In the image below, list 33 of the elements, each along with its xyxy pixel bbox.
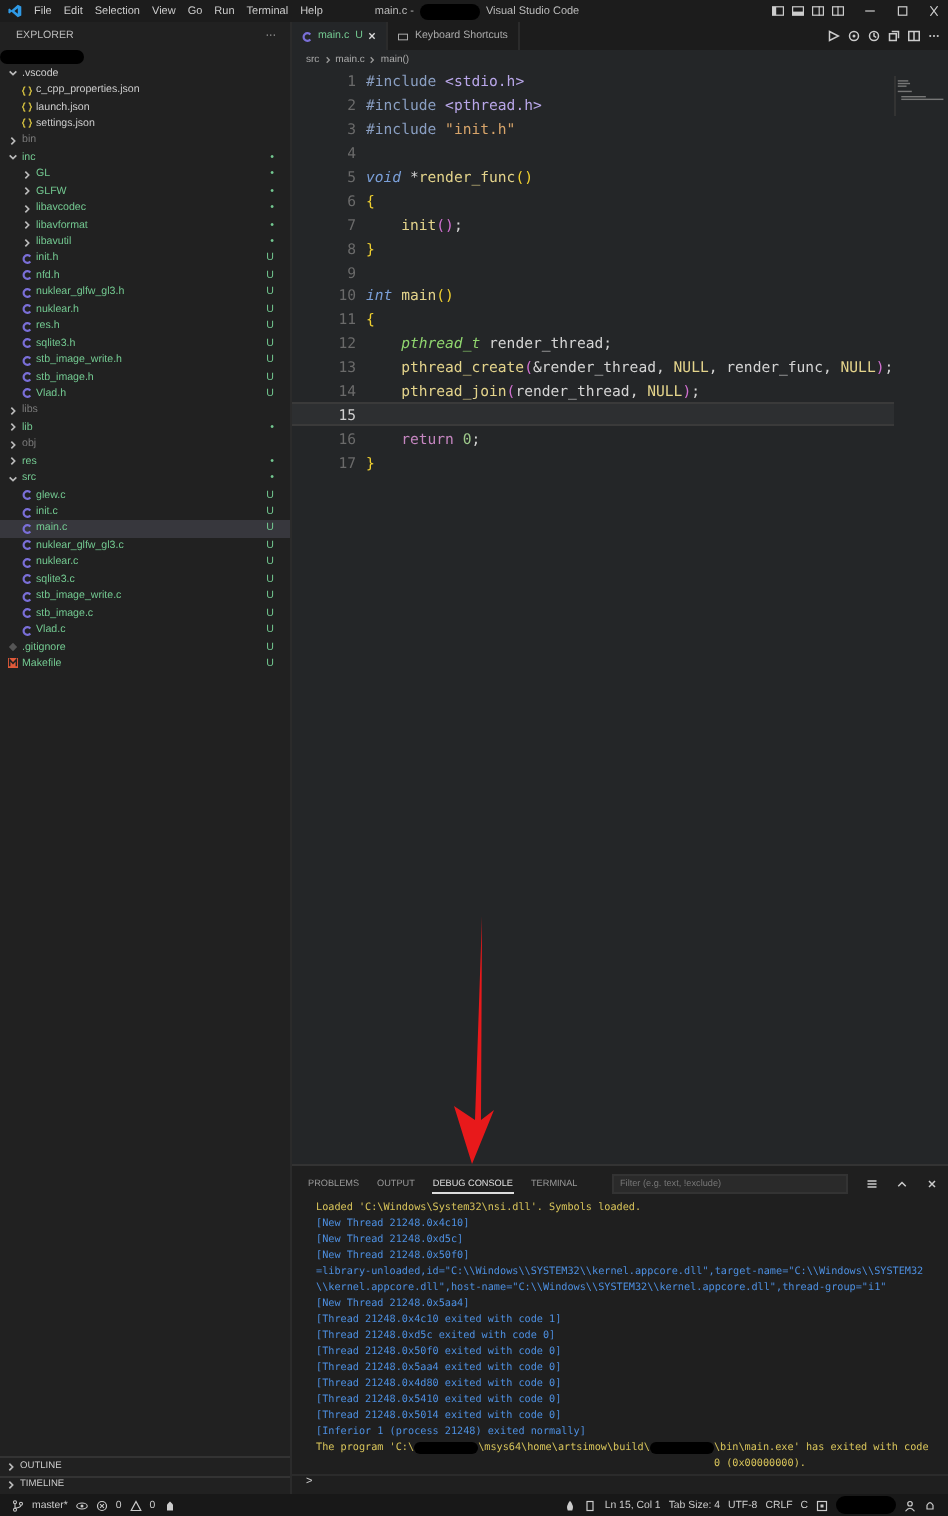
layout-icon[interactable] [832, 6, 844, 16]
layout-icon[interactable] [772, 6, 784, 16]
account-icon[interactable] [904, 1499, 916, 1511]
warning-icon[interactable] [129, 1499, 142, 1511]
list-icon[interactable] [866, 1177, 878, 1189]
copy-icon[interactable] [888, 30, 900, 42]
layout-icon[interactable] [792, 6, 804, 16]
maximize-icon[interactable] [896, 6, 908, 16]
close-icon[interactable] [926, 1177, 938, 1189]
close-icon[interactable] [368, 32, 377, 40]
history-icon[interactable] [868, 30, 880, 42]
run-icon[interactable] [828, 30, 840, 42]
close-icon[interactable] [928, 6, 940, 16]
minimize-icon[interactable] [864, 6, 876, 16]
branch-icon[interactable] [12, 1499, 24, 1511]
settings-icon[interactable] [848, 30, 860, 42]
redaction-mark [836, 1496, 896, 1514]
error-icon[interactable] [95, 1499, 108, 1511]
eye-icon[interactable] [75, 1499, 88, 1511]
redaction-mark [649, 1442, 714, 1454]
redaction-mark [414, 1442, 479, 1454]
c-file-icon [302, 31, 312, 41]
split-editor-icon[interactable] [908, 30, 920, 42]
redaction-mark [0, 49, 84, 64]
chevron-up-icon[interactable] [896, 1177, 908, 1189]
redaction-mark [419, 3, 480, 19]
diamond-icon [8, 642, 18, 653]
m-file-icon [8, 658, 18, 669]
device-icon[interactable] [584, 1499, 597, 1511]
layout-icon[interactable] [812, 6, 824, 16]
minimap [893, 76, 948, 116]
app-logo-icon [8, 4, 22, 18]
keyboard-icon [398, 31, 409, 41]
